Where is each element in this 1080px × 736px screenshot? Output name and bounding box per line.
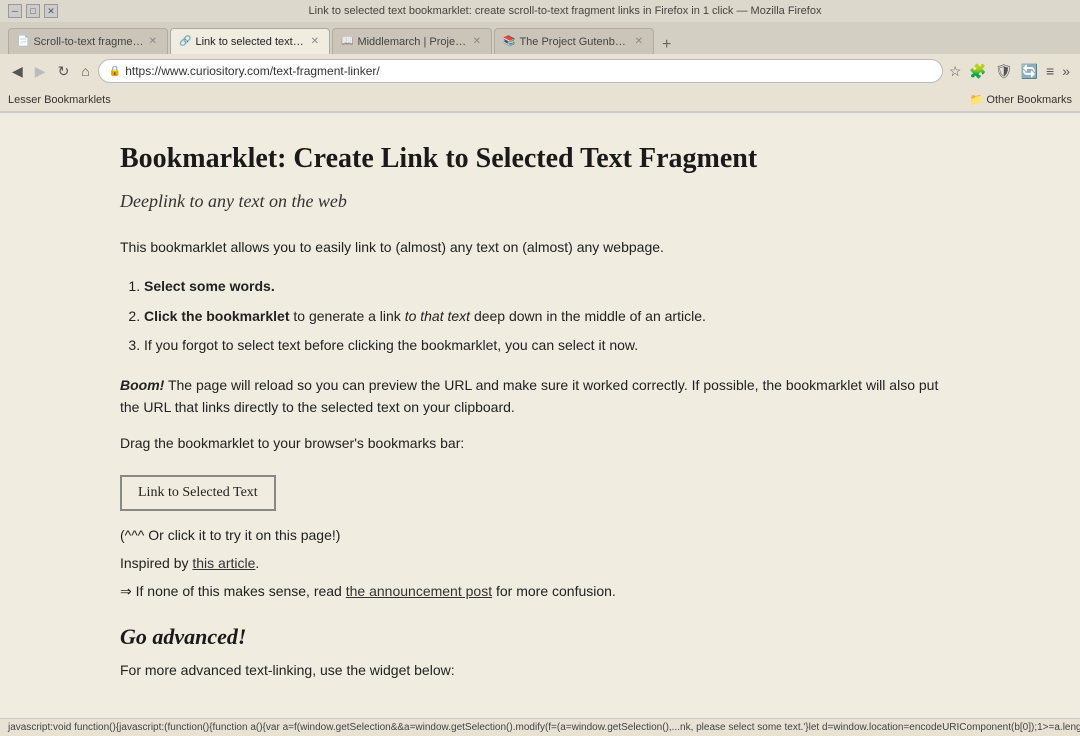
- go-advanced-heading: Go advanced!: [120, 624, 960, 650]
- tab-3-favicon: 📖: [341, 36, 353, 47]
- arrow-text: ⇒ If none of this makes sense, read: [120, 583, 346, 599]
- tab-3-close[interactable]: ✕: [473, 36, 481, 47]
- try-text: (^^^ Or click it to try it on this page!…: [120, 527, 960, 543]
- other-bookmarks[interactable]: 📁 Other Bookmarks: [970, 93, 1072, 106]
- lesser-bookmarklets-bookmark[interactable]: Lesser Bookmarklets: [8, 94, 111, 106]
- reload-button[interactable]: ↻: [54, 61, 74, 82]
- new-tab-button[interactable]: +: [656, 36, 677, 54]
- back-button[interactable]: ◀: [8, 61, 27, 82]
- maximize-button[interactable]: □: [26, 4, 40, 18]
- step-2: Click the bookmarklet to generate a link…: [144, 304, 960, 329]
- announcement-post-link[interactable]: the announcement post: [346, 583, 492, 599]
- bookmarks-left: Lesser Bookmarklets: [8, 94, 111, 106]
- tab-4-label: The Project Gutenberg eBo: [519, 36, 630, 48]
- boom-body: The page will reload so you can preview …: [120, 377, 938, 415]
- tabs-bar: 📄 Scroll-to-text fragment boo ✕ 🔗 Link t…: [0, 22, 1080, 54]
- step-1: Select some words.: [144, 274, 960, 299]
- home-button[interactable]: ⌂: [77, 61, 93, 81]
- page-subtitle: Deeplink to any text on the web: [120, 191, 960, 212]
- tab-4-favicon: 📚: [503, 36, 515, 47]
- nav-right-icons: ☆ 🧩 🛡 🔄 ≡ »: [947, 61, 1072, 82]
- tab-4[interactable]: 📚 The Project Gutenberg eBo ✕: [494, 28, 654, 54]
- address-bar[interactable]: 🔒 https://www.curiository.com/text-fragm…: [98, 59, 943, 83]
- this-article-link[interactable]: this article: [192, 555, 255, 571]
- tab-3-label: Middlemarch | Project Gute: [357, 36, 468, 48]
- status-bar: javascript:void function(){javascript:(f…: [0, 718, 1080, 736]
- window-title: Link to selected text bookmarklet: creat…: [58, 5, 1072, 17]
- tab-2-close[interactable]: ✕: [311, 36, 319, 47]
- boom-paragraph: Boom! The page will reload so you can pr…: [120, 374, 960, 419]
- announcement-suffix: for more confusion.: [492, 583, 616, 599]
- inspired-text: Inspired by this article.: [120, 555, 960, 571]
- other-bookmarks-label: Other Bookmarks: [986, 94, 1072, 106]
- tab-1-close[interactable]: ✕: [149, 36, 157, 47]
- bookmark-star-button[interactable]: ☆: [947, 61, 964, 82]
- step-1-bold: Select some words.: [144, 278, 275, 294]
- lock-icon: 🔒: [109, 66, 121, 77]
- intro-text: This bookmarklet allows you to easily li…: [120, 236, 960, 258]
- title-bar: ─ □ ✕ Link to selected text bookmarklet:…: [0, 0, 1080, 22]
- inspired-suffix: .: [255, 555, 259, 571]
- forward-button[interactable]: ▶: [31, 61, 50, 82]
- drag-text: Drag the bookmarklet to your browser's b…: [120, 435, 960, 451]
- extensions-button[interactable]: 🧩: [967, 61, 988, 82]
- boom-label: Boom!: [120, 377, 164, 393]
- page-content: Bookmarklet: Create Link to Selected Tex…: [0, 113, 1080, 718]
- menu-button[interactable]: ≡: [1044, 61, 1056, 81]
- minimize-button[interactable]: ─: [8, 4, 22, 18]
- step-2-bold: Click the bookmarklet: [144, 308, 290, 324]
- shield-icon-button[interactable]: 🛡: [993, 61, 1015, 82]
- step-2-italic: to that text: [405, 308, 470, 324]
- tab-2-favicon: 🔗: [179, 36, 191, 47]
- confusion-text: ⇒ If none of this makes sense, read the …: [120, 583, 960, 600]
- tab-4-close[interactable]: ✕: [635, 36, 643, 47]
- widget-text: For more advanced text-linking, use the …: [120, 662, 960, 678]
- url-text: https://www.curiository.com/text-fragmen…: [125, 64, 932, 78]
- tab-1[interactable]: 📄 Scroll-to-text fragment boo ✕: [8, 28, 168, 54]
- sync-button[interactable]: 🔄: [1019, 61, 1040, 82]
- bookmarks-bar: Lesser Bookmarklets 📁 Other Bookmarks: [0, 88, 1080, 112]
- folder-icon: 📁: [970, 94, 984, 106]
- tab-1-favicon: 📄: [17, 36, 29, 47]
- window-controls[interactable]: ─ □ ✕: [8, 4, 58, 18]
- tab-2-label: Link to selected text bookm: [195, 36, 306, 48]
- inspired-prefix: Inspired by: [120, 555, 192, 571]
- instructions-list: Select some words. Click the bookmarklet…: [144, 274, 960, 358]
- nav-bar: ◀ ▶ ↻ ⌂ 🔒 https://www.curiository.com/te…: [0, 54, 1080, 88]
- close-button[interactable]: ✕: [44, 4, 58, 18]
- overflow-button[interactable]: »: [1060, 61, 1072, 81]
- step-2-text: to generate a link to that text deep dow…: [290, 308, 706, 324]
- bookmarklet-button[interactable]: Link to Selected Text: [120, 475, 276, 511]
- page-title: Bookmarklet: Create Link to Selected Tex…: [120, 143, 960, 175]
- step-3-text: If you forgot to select text before clic…: [144, 337, 638, 353]
- tab-3[interactable]: 📖 Middlemarch | Project Gute ✕: [332, 28, 492, 54]
- browser-chrome: ─ □ ✕ Link to selected text bookmarklet:…: [0, 0, 1080, 113]
- status-text: javascript:void function(){javascript:(f…: [8, 722, 1080, 733]
- tab-2[interactable]: 🔗 Link to selected text bookm ✕: [170, 28, 330, 54]
- tab-1-label: Scroll-to-text fragment boo: [33, 36, 144, 48]
- step-3: If you forgot to select text before clic…: [144, 333, 960, 358]
